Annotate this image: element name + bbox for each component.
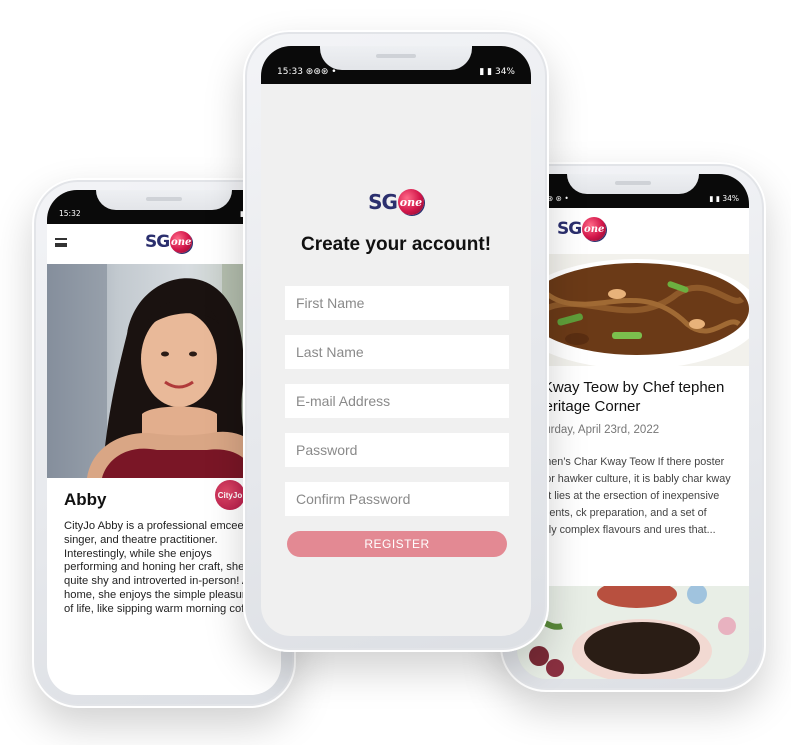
article-excerpt: f Stephen’s Char Kway Teow If there post… (517, 456, 731, 536)
brand-logo[interactable]: SG one (557, 217, 607, 241)
profile-name: Abby (64, 490, 107, 509)
brand-logo: SG one (368, 189, 424, 215)
status-icons: ⊛ ⊛ • (547, 194, 569, 203)
status-battery: ▮ ▮ 34% (479, 67, 515, 77)
article-screen: ⊛ ⊛ • ▮ ▮ 34% SG one har Kway Teow by Ch… (517, 174, 749, 679)
app-header: SG one (517, 208, 749, 254)
status-time: 15:33 ⊛⊛⊛ • (277, 67, 337, 77)
cityjo-badge: CityJo (215, 480, 245, 510)
brand-logo[interactable]: SG one (145, 231, 193, 253)
password-input[interactable] (285, 433, 509, 467)
status-battery: ▮ ▮ 34% (709, 194, 739, 203)
signup-screen: 15:33 ⊛⊛⊛ • ▮ ▮ 34% SG one Create your a… (261, 46, 531, 636)
register-button[interactable]: REGISTER (287, 531, 507, 557)
last-name-input[interactable] (285, 335, 509, 369)
notch (567, 174, 699, 194)
article-thumbnail[interactable] (517, 586, 749, 679)
confirm-password-input[interactable] (285, 482, 509, 516)
notch (96, 190, 232, 210)
article-title[interactable]: har Kway Teow by Chef tephen of Heritage… (517, 378, 732, 416)
notch (320, 46, 472, 70)
email-input[interactable] (285, 384, 509, 418)
status-time: 15:32 (59, 209, 81, 218)
menu-icon[interactable] (55, 238, 67, 247)
signup-phone: 15:33 ⊛⊛⊛ • ▮ ▮ 34% SG one Create your a… (243, 30, 549, 652)
page-title: Create your account! (300, 234, 492, 255)
article-hero-image[interactable] (517, 254, 749, 366)
profile-bio: CityJo Abby is a professional emcee, sin… (64, 520, 260, 615)
first-name-input[interactable] (285, 286, 509, 320)
